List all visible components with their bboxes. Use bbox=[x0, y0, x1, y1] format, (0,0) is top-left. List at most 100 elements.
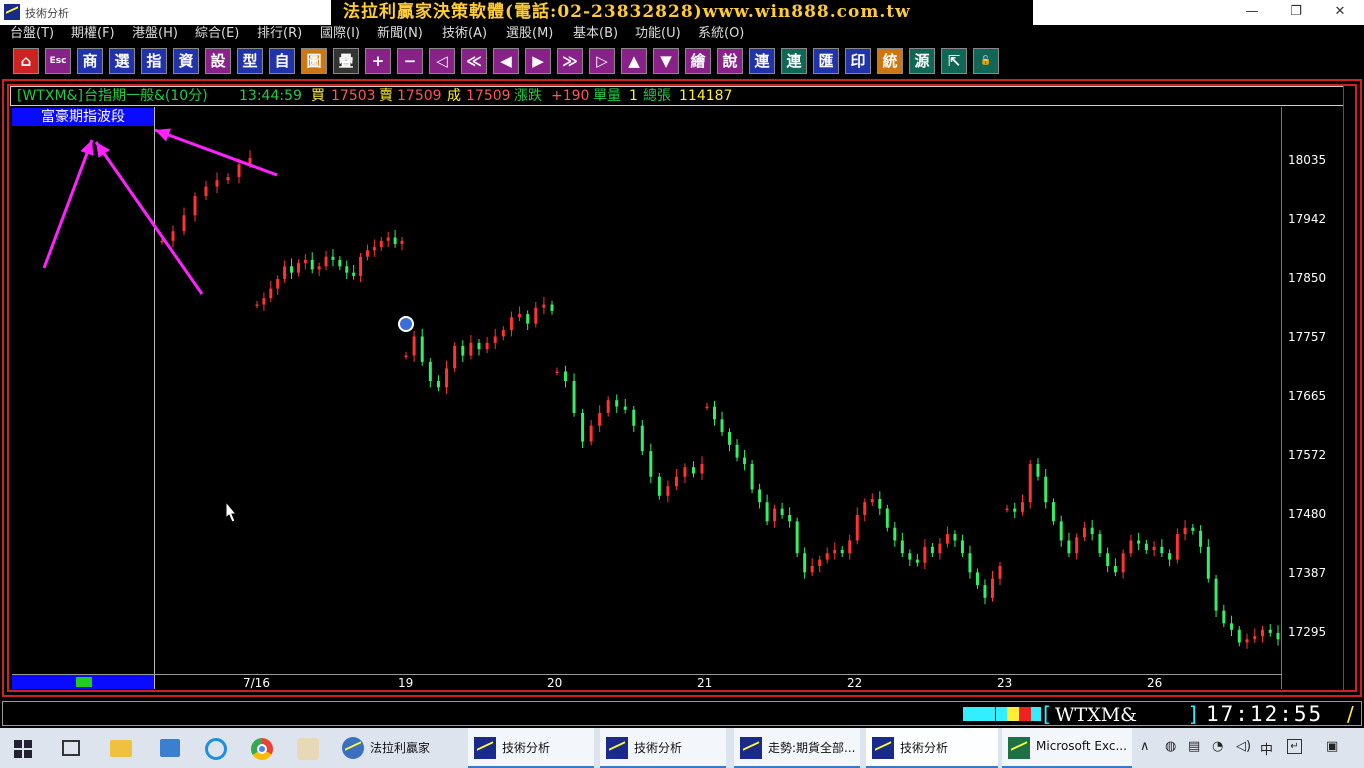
settings-icon[interactable]: 設 bbox=[205, 48, 231, 74]
vertical-scrollbar[interactable] bbox=[1343, 86, 1354, 690]
plus-icon[interactable]: + bbox=[365, 48, 391, 74]
minus-icon[interactable]: − bbox=[397, 48, 423, 74]
menu-item-international[interactable]: 國際(I) bbox=[320, 25, 360, 43]
taskbar-app-ferrari[interactable]: 法拉利贏家 bbox=[336, 728, 462, 768]
tray-network-device-icon[interactable]: ▤ bbox=[1188, 739, 1200, 754]
menu-item-news[interactable]: 新聞(N) bbox=[377, 25, 423, 43]
menu-item-ranking[interactable]: 排行(R) bbox=[257, 25, 302, 43]
taskbar-app-tech-1[interactable]: 技術分析 bbox=[468, 728, 594, 768]
menu-item-futures[interactable]: 期權(F) bbox=[71, 25, 115, 43]
price-tick-label: 17480 bbox=[1288, 506, 1327, 521]
chrome-icon[interactable] bbox=[251, 738, 273, 760]
date-tick-label: 26 bbox=[1147, 676, 1163, 690]
date-tick-label: 22 bbox=[847, 676, 863, 690]
fast-forward-icon[interactable]: ≫ bbox=[557, 48, 583, 74]
link-icon[interactable]: 連 bbox=[749, 48, 775, 74]
window-icon[interactable]: ⇱ bbox=[941, 48, 967, 74]
explain-icon[interactable]: 說 bbox=[717, 48, 743, 74]
print-icon[interactable]: 印 bbox=[845, 48, 871, 74]
select-icon[interactable]: 選 bbox=[109, 48, 135, 74]
right-bar-icon[interactable]: ▷ bbox=[589, 48, 615, 74]
taskbar-app-trend[interactable]: 走勢:期貨全部... bbox=[734, 728, 860, 768]
goods-icon[interactable]: 商 bbox=[77, 48, 103, 74]
ferrari-app-icon bbox=[342, 737, 364, 759]
window-title: 技術分析 bbox=[25, 7, 69, 20]
menu-item-technical[interactable]: 技術(A) bbox=[442, 25, 487, 43]
esc-icon[interactable]: Esc bbox=[45, 48, 71, 74]
change-value: +190 bbox=[551, 88, 590, 104]
file-explorer-icon[interactable] bbox=[110, 740, 132, 757]
taskbar-app-tech-2[interactable]: 技術分析 bbox=[600, 728, 726, 768]
taskbar-app-tech-3[interactable]: 技術分析 bbox=[866, 728, 998, 768]
overlay-icon[interactable]: 疊 bbox=[333, 48, 359, 74]
bid-value: 17503 bbox=[331, 88, 376, 104]
unit-volume-label: 單量 bbox=[593, 88, 621, 104]
paint-icon[interactable] bbox=[297, 738, 319, 760]
trade-label: 成 bbox=[447, 88, 461, 104]
pattern-icon[interactable]: 型 bbox=[237, 48, 263, 74]
draw-icon[interactable]: 繪 bbox=[685, 48, 711, 74]
link2-icon[interactable]: 連 bbox=[781, 48, 807, 74]
custom-icon[interactable]: 自 bbox=[269, 48, 295, 74]
date-tick-label: 7/16 bbox=[243, 676, 270, 690]
price-tick-label: 17387 bbox=[1288, 566, 1327, 581]
up-icon[interactable]: ▲ bbox=[621, 48, 647, 74]
down-icon[interactable]: ▼ bbox=[653, 48, 679, 74]
excel-icon bbox=[1008, 737, 1030, 759]
index-icon[interactable]: 指 bbox=[141, 48, 167, 74]
bid-label: 買 bbox=[311, 88, 325, 104]
trade-value: 17509 bbox=[466, 88, 511, 104]
stats-icon[interactable]: 統 bbox=[877, 48, 903, 74]
forward-icon[interactable]: ▶ bbox=[525, 48, 551, 74]
price-tick-label: 17942 bbox=[1288, 212, 1327, 227]
total-volume-value: 114187 bbox=[679, 88, 733, 104]
price-tick-label: 17295 bbox=[1288, 624, 1327, 639]
menu-item-composite[interactable]: 綜合(E) bbox=[195, 25, 239, 43]
menu-item-functions[interactable]: 功能(U) bbox=[635, 25, 681, 43]
unit-volume-value: 1 bbox=[629, 88, 638, 104]
notification-icon[interactable]: ▣ bbox=[1326, 739, 1338, 754]
unlock-icon[interactable]: 🔓 bbox=[973, 48, 999, 74]
data-icon[interactable]: 資 bbox=[173, 48, 199, 74]
title-bar: 技術分析 法拉利贏家決策軟體(電話:02-23832828)www.win888… bbox=[0, 0, 1364, 25]
menu-item-taiwan[interactable]: 台盤(T) bbox=[10, 25, 54, 43]
taskbar-app-excel[interactable]: Microsoft Exc... bbox=[1002, 728, 1132, 768]
maximize-button[interactable]: ❐ bbox=[1286, 3, 1306, 21]
minimize-button[interactable]: — bbox=[1242, 3, 1262, 21]
chart-icon[interactable]: 圖 bbox=[301, 48, 327, 74]
date-tick-label: 21 bbox=[697, 676, 713, 690]
wifi-icon[interactable]: ◔ bbox=[1212, 739, 1223, 754]
price-tick-label: 17665 bbox=[1288, 389, 1327, 403]
date-tick-label: 20 bbox=[547, 676, 563, 690]
task-view-icon[interactable] bbox=[62, 740, 80, 756]
volume-icon[interactable]: ◁) bbox=[1236, 739, 1251, 754]
price-tick-label: 17850 bbox=[1288, 271, 1327, 286]
left-bar-icon[interactable]: ◁ bbox=[429, 48, 455, 74]
ime-mode-icon[interactable]: ↵ bbox=[1287, 739, 1302, 754]
menu-item-hk[interactable]: 港盤(H) bbox=[132, 25, 178, 43]
windows-start-icon[interactable] bbox=[14, 740, 32, 758]
computer-icon[interactable] bbox=[160, 739, 180, 757]
date-tick-label: 23 bbox=[997, 676, 1013, 690]
app-window: 技術分析 法拉利贏家決策軟體(電話:02-23832828)www.win888… bbox=[0, 0, 1364, 768]
menu-item-fundamental[interactable]: 基本(B) bbox=[573, 25, 618, 43]
app-logo-icon bbox=[4, 4, 20, 20]
close-button[interactable]: ✕ bbox=[1330, 3, 1350, 21]
quote-time: 13:44:59 bbox=[239, 88, 302, 104]
price-tick-label: 18035 bbox=[1288, 153, 1327, 168]
internet-explorer-icon[interactable] bbox=[205, 738, 227, 760]
indicator-label[interactable]: 富豪期指波段 bbox=[12, 108, 154, 126]
trend-icon bbox=[740, 737, 762, 759]
menu-item-stock-picker[interactable]: 選股(M) bbox=[506, 25, 553, 43]
source-icon[interactable]: 源 bbox=[909, 48, 935, 74]
menu-item-system[interactable]: 系統(O) bbox=[698, 25, 744, 43]
export-icon[interactable]: 匯 bbox=[813, 48, 839, 74]
tray-camera-icon[interactable]: ◍ bbox=[1165, 739, 1176, 754]
back-icon[interactable]: ◀ bbox=[493, 48, 519, 74]
tray-chevron-icon[interactable]: ∧ bbox=[1140, 739, 1150, 754]
rewind-icon[interactable]: ≪ bbox=[461, 48, 487, 74]
ime-indicator[interactable]: 中 bbox=[1260, 739, 1273, 758]
price-tick-label: 17757 bbox=[1288, 330, 1327, 345]
vendor-banner: 法拉利贏家決策軟體(電話:02-23832828)www.win888.com.… bbox=[331, 0, 1033, 25]
home-icon[interactable]: ⌂ bbox=[13, 48, 39, 74]
